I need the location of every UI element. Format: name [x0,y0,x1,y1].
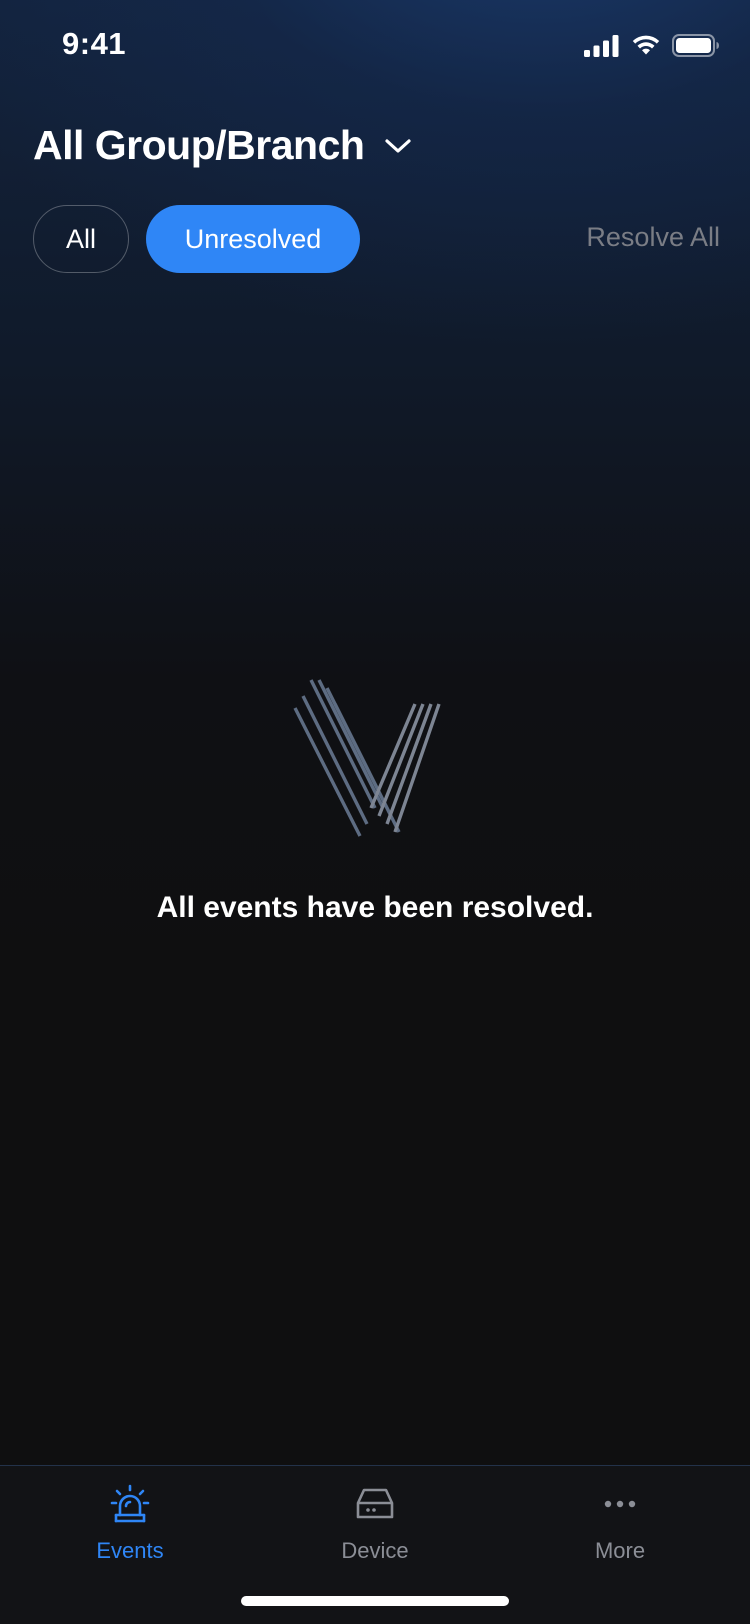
wifi-icon [632,35,660,55]
tab-label-events: Events [96,1538,164,1563]
group-branch-selector[interactable]: All Group/Branch [33,122,412,169]
resolve-all-button[interactable]: Resolve All [586,222,720,253]
bottom-tab-bar: Events Device More [0,1465,750,1624]
home-indicator [241,1596,509,1606]
tab-more[interactable]: More [540,1482,700,1564]
more-dots-icon [598,1482,642,1526]
siren-icon [108,1482,152,1526]
page-title: All Group/Branch [33,122,365,168]
tab-label-more: More [594,1538,646,1563]
filter-row: All Unresolved Resolve All [33,205,720,275]
tab-device[interactable]: Device [295,1482,455,1564]
brand-v-logo-icon [293,679,441,837]
cellular-signal-icon [584,34,619,57]
events-screen: 9:41 All Group/Branch All Unresolved Res… [0,0,750,1624]
status-time: 9:41 [62,26,127,61]
empty-state-message: All events have been resolved. [156,891,594,924]
device-icon [353,1482,397,1526]
filter-chip-all[interactable]: All [33,205,129,273]
filter-chip-unresolved[interactable]: Unresolved [146,205,360,273]
battery-icon [672,34,719,57]
tab-events[interactable]: Events [50,1482,210,1564]
status-bar: 9:41 [0,0,750,92]
status-icons [584,34,720,57]
chevron-down-icon [385,138,412,153]
tab-label-device: Device [341,1538,409,1563]
